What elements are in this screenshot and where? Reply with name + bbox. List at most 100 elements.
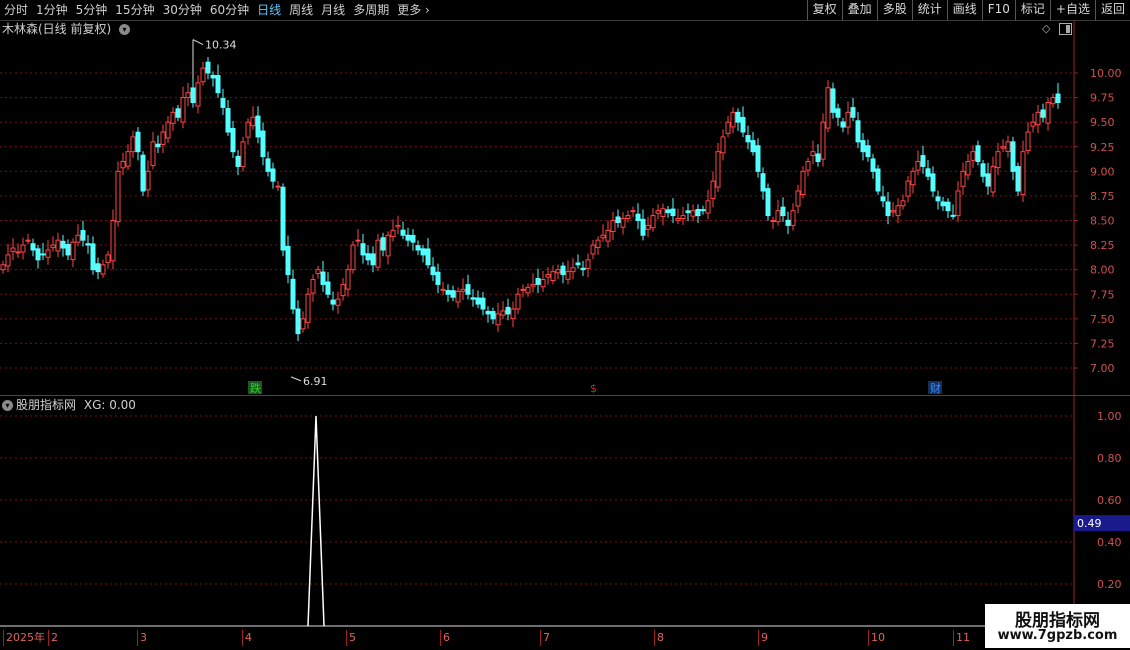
event-mark[interactable]: $ [588,381,602,395]
candle-body [1035,111,1041,126]
candle-body [270,168,276,182]
y-tick-label: 7.75 [1090,288,1115,301]
candle-body [745,135,751,143]
candle-body [185,92,191,99]
candle-body [180,97,186,123]
candle-body [675,218,681,221]
candle-body [705,200,711,214]
candle-body [1030,121,1036,127]
date-label: 2025年 [3,630,45,646]
candle-body [215,75,221,94]
candle-body [645,224,651,230]
candle-body [680,215,686,220]
candle-body [35,248,41,261]
period-8[interactable]: 月线 [317,0,349,20]
watermark: 股朋指标网 www.7gpzb.com [985,604,1130,648]
candle-body [170,111,176,124]
candle-body [300,318,306,330]
candle-body [820,121,826,160]
period-10[interactable]: 更多 › [393,0,434,20]
candle-body [960,170,966,187]
candle-body [5,254,11,267]
period-2[interactable]: 5分钟 [72,0,112,20]
period-6[interactable]: 日线 [253,0,285,20]
candle-body [635,213,641,221]
candle-body [885,201,891,217]
candle-body [80,230,86,241]
toolbar-button-8[interactable]: 返回 [1094,0,1130,20]
candle-body [400,229,406,236]
candle-body [725,121,731,134]
candle-body [550,271,556,281]
candle-body [580,267,586,271]
candle-body [90,243,96,271]
candle-body [225,108,231,133]
candle-body [135,131,141,153]
candle-body [525,286,531,294]
candle-body [870,158,876,172]
toolbar-button-3[interactable]: 统计 [911,0,947,20]
candle-body [470,297,476,300]
candle-body [245,121,251,138]
xg-signal-spike [307,415,325,627]
candle-body [975,145,981,163]
period-9[interactable]: 多周期 [349,0,393,20]
candle-body [755,145,761,172]
candle-body [25,239,31,242]
candle-body [0,264,6,271]
date-label: 8 [654,630,664,646]
toolbar-button-0[interactable]: 复权 [806,0,842,20]
candle-body [735,111,741,123]
candle-body [280,186,286,251]
indicator-y-tick: 0.40 [1097,536,1122,549]
candle-body [325,281,331,295]
y-tick-label: 9.25 [1090,141,1115,154]
toolbar-button-6[interactable]: 标记 [1014,0,1050,20]
period-0[interactable]: 分时 [0,0,32,20]
date-label: 6 [440,630,450,646]
candle-body [425,248,431,266]
candle-body [570,267,576,273]
y-tick-label: 7.00 [1090,362,1115,375]
candle-body [670,208,676,217]
candle-body [50,244,56,249]
candle-body [775,210,781,223]
period-1[interactable]: 1分钟 [32,0,72,20]
candle-body [955,190,961,217]
candle-body [220,98,226,108]
date-label: 5 [346,630,356,646]
period-4[interactable]: 30分钟 [159,0,206,20]
y-tick-label: 7.25 [1090,337,1115,350]
indicator-chart[interactable]: 1.00 0.80 0.60 0.40 0.20 0.49 [0,396,1130,630]
candle-body [120,161,126,169]
period-3[interactable]: 15分钟 [111,0,158,20]
candlestick-chart[interactable]: 10.00 9.75 9.50 9.25 9.00 8.75 8.50 8.25 8.00 7.7… [0,20,1130,396]
candle-body [690,210,696,217]
candle-body [75,234,81,243]
event-mark[interactable]: 跌 [248,381,262,395]
candle-body [510,308,516,320]
candle-body [910,170,916,186]
candle-body [865,145,871,158]
event-mark-text: 财 [930,381,941,395]
candle-body [720,136,726,154]
candle-body [760,173,766,192]
candle-body [970,151,976,161]
toolbar-button-5[interactable]: F10 [981,0,1015,20]
candle-body [380,237,386,251]
toolbar-button-1[interactable]: 叠加 [841,0,877,20]
toolbar-button-7[interactable]: +自选 [1049,0,1095,20]
candle-body [850,107,856,118]
candle-body [625,215,631,220]
toolbar-button-4[interactable]: 画线 [946,0,982,20]
period-7[interactable]: 周线 [285,0,317,20]
candle-body [630,210,636,213]
candle-body [340,283,346,297]
candle-body [85,243,91,246]
event-mark[interactable]: 财 [928,381,942,395]
toolbar-button-2[interactable]: 多股 [876,0,912,20]
candle-body [335,298,341,306]
candle-body [590,244,596,255]
candle-body [480,297,486,310]
period-5[interactable]: 60分钟 [206,0,253,20]
